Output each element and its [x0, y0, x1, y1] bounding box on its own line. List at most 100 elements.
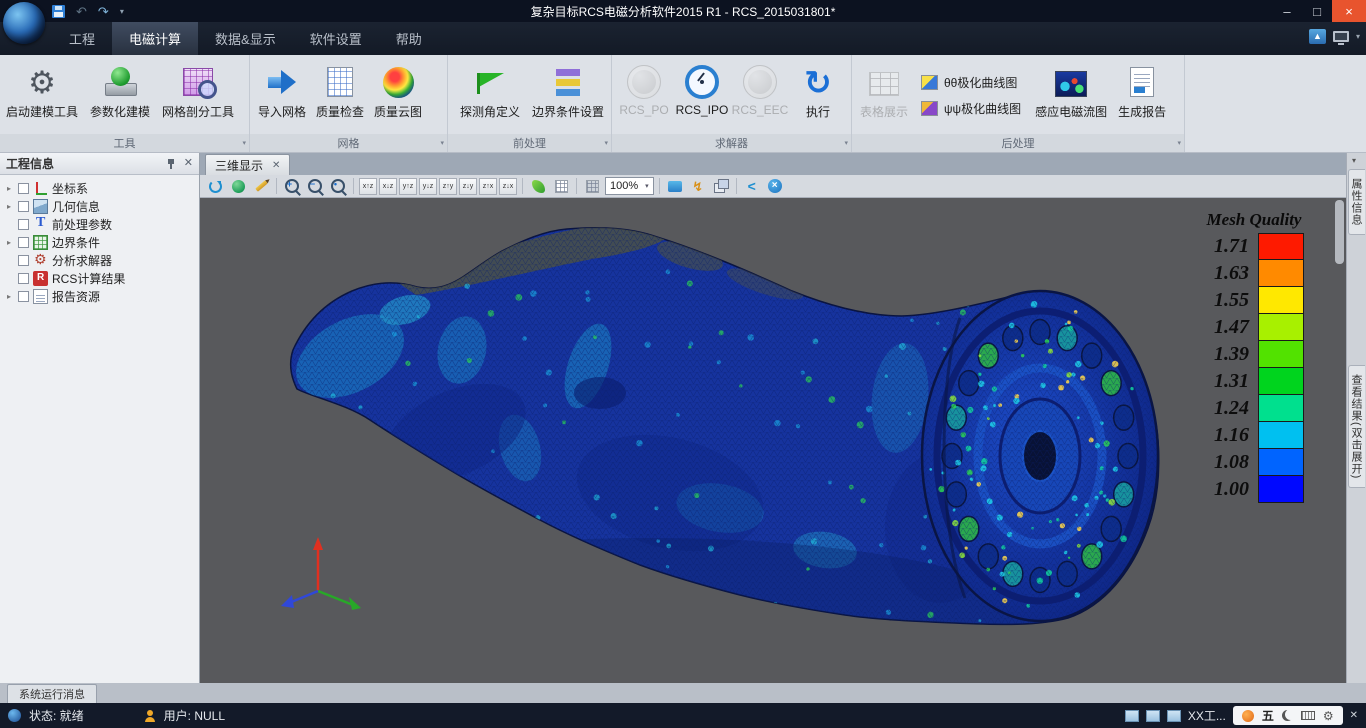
tree-item-checkbox[interactable]	[18, 273, 29, 284]
layers-button[interactable]	[711, 177, 731, 196]
group-dropdown-icon[interactable]: ▾	[604, 139, 608, 147]
mesh-tool-button[interactable]: 网格剖分工具	[159, 58, 237, 132]
group-dropdown-icon[interactable]: ▾	[440, 139, 444, 147]
gen-report-button[interactable]: 生成报告	[1113, 58, 1171, 132]
tree-item-checkbox[interactable]	[18, 291, 29, 302]
tray-window-icon[interactable]	[1146, 710, 1160, 722]
close-button[interactable]: ×	[1332, 0, 1366, 22]
axis-view-button[interactable]: z↓x	[499, 178, 517, 195]
tab-help[interactable]: 帮助	[379, 22, 439, 55]
tree-item[interactable]: ▸几何信息	[0, 197, 199, 215]
axis-view-button[interactable]: x↑z	[359, 178, 377, 195]
axis-view-button[interactable]: x↓z	[379, 178, 397, 195]
tree-item[interactable]: ▸报告资源	[0, 287, 199, 305]
group-dropdown-icon[interactable]: ▾	[844, 139, 848, 147]
theta-curve-button[interactable]: θθ极化曲线图	[921, 74, 1021, 91]
tab-view-results[interactable]: 查看结果(双击展开)	[1348, 365, 1365, 488]
maximize-button[interactable]: □	[1302, 0, 1332, 22]
share-view-button[interactable]: <	[742, 177, 762, 196]
shaded-view-button[interactable]	[228, 177, 248, 196]
expand-arrow-icon[interactable]: ▸	[4, 202, 14, 211]
redo-icon[interactable]: ↷	[98, 5, 109, 18]
axis-view-button[interactable]: z↓y	[459, 178, 477, 195]
group-dropdown-icon[interactable]: ▾	[242, 139, 246, 147]
annotate-button[interactable]	[251, 177, 271, 196]
expand-arrow-icon[interactable]: ▸	[4, 238, 14, 247]
tray-window-icon[interactable]	[1125, 710, 1139, 722]
probe-angle-button[interactable]: 探测角定义	[451, 58, 529, 132]
quality-check-button[interactable]: 质量检查	[311, 58, 369, 132]
expand-arrow-icon[interactable]: ▸	[4, 184, 14, 193]
moon-icon[interactable]	[1282, 710, 1293, 721]
save-icon[interactable]	[52, 5, 65, 18]
tree-item-checkbox[interactable]	[18, 237, 29, 248]
group-dropdown-icon[interactable]: ▾	[1177, 139, 1181, 147]
axis-view-button[interactable]: z↑y	[439, 178, 457, 195]
legend-color-cell	[1258, 449, 1304, 476]
mesh-model-canvas[interactable]	[200, 198, 1346, 683]
chevron-down-icon[interactable]: ▾	[1352, 156, 1356, 165]
psi-curve-button[interactable]: ψψ极化曲线图	[921, 100, 1021, 117]
tree-item[interactable]: 前处理参数	[0, 215, 199, 233]
panel-toggle-icon[interactable]: ▲	[1309, 29, 1326, 44]
zoom-level-select[interactable]: 100% ▾	[605, 177, 654, 195]
quality-cloud-button[interactable]: 质量云图	[369, 58, 427, 132]
import-mesh-button[interactable]: 导入网格	[253, 58, 311, 132]
tab-property-info[interactable]: 属性信息	[1348, 169, 1365, 235]
sphere-model-icon	[104, 66, 136, 98]
tree-item[interactable]: RCS计算结果	[0, 269, 199, 287]
keyboard-icon[interactable]	[1301, 711, 1315, 720]
tab-em-computation[interactable]: 电磁计算	[112, 22, 198, 55]
tree-item[interactable]: ▸边界条件	[0, 233, 199, 251]
zoom-out-button[interactable]: −	[305, 177, 325, 196]
tree-item[interactable]: ▸坐标系	[0, 179, 199, 197]
grid-toggle-button[interactable]	[551, 177, 571, 196]
wireframe-toggle-button[interactable]	[582, 177, 602, 196]
tray-window-icon[interactable]	[1167, 710, 1181, 722]
tray-close-icon[interactable]: ✕	[1350, 710, 1358, 721]
tree-item-checkbox[interactable]	[18, 255, 29, 266]
app-logo-icon[interactable]	[3, 2, 45, 44]
viewport-scrollbar[interactable]	[1335, 200, 1344, 264]
close-view-button[interactable]: ×	[765, 177, 785, 196]
zoom-in-button[interactable]: +	[282, 177, 302, 196]
tab-system-messages[interactable]: 系统运行消息	[7, 684, 97, 703]
axis-view-button[interactable]: y↑z	[399, 178, 417, 195]
ribbon-group-mesh: 导入网格 质量检查 质量云图 网格▾	[250, 55, 448, 152]
execute-button[interactable]: 执行	[789, 58, 847, 132]
launch-modeler-button[interactable]: 启动建模工具	[3, 58, 81, 132]
minimize-button[interactable]: –	[1272, 0, 1302, 22]
rcs-po-button: RCS_PO	[615, 58, 673, 132]
capture-view-button[interactable]	[665, 177, 685, 196]
tree-item-checkbox[interactable]	[18, 201, 29, 212]
tree-item-checkbox[interactable]	[18, 219, 29, 230]
parametric-modeling-button[interactable]: 参数化建模	[81, 58, 159, 132]
ime-mode-label[interactable]: 五	[1262, 707, 1274, 724]
tab-data-display[interactable]: 数据&显示	[198, 22, 293, 55]
render-mode-button[interactable]	[528, 177, 548, 196]
tree-item[interactable]: 分析求解器	[0, 251, 199, 269]
rcs-ipo-button[interactable]: RCS_IPO	[673, 58, 731, 132]
pin-icon[interactable]	[166, 158, 176, 169]
light-toggle-button[interactable]: ↯	[688, 177, 708, 196]
viewport-3d[interactable]: Mesh Quality 1.711.631.551.471.391.311.2…	[200, 198, 1346, 683]
induced-current-button[interactable]: 感应电磁流图	[1029, 58, 1113, 132]
tab-3d-display[interactable]: 三维显示 ✕	[205, 154, 290, 175]
axis-view-button[interactable]: y↓z	[419, 178, 437, 195]
tree-item-checkbox[interactable]	[18, 183, 29, 194]
tab-project[interactable]: 工程	[52, 22, 112, 55]
panel-close-icon[interactable]: ✕	[184, 158, 193, 169]
zoom-fit-button[interactable]: •	[328, 177, 348, 196]
tab-software-settings[interactable]: 软件设置	[293, 22, 379, 55]
display-dropdown-icon[interactable]: ▾	[1356, 32, 1360, 41]
expand-arrow-icon[interactable]: ▸	[4, 292, 14, 301]
orbit-view-button[interactable]	[205, 177, 225, 196]
tab-close-icon[interactable]: ✕	[272, 160, 280, 171]
display-settings-icon[interactable]	[1333, 31, 1349, 42]
axis-view-button[interactable]: z↑x	[479, 178, 497, 195]
ime-logo-icon[interactable]	[1242, 710, 1254, 722]
gear-icon[interactable]	[1323, 709, 1334, 723]
undo-icon[interactable]: ↶	[76, 5, 87, 18]
boundary-setting-button[interactable]: 边界条件设置	[529, 58, 607, 132]
qat-dropdown-icon[interactable]: ▾	[120, 7, 124, 16]
